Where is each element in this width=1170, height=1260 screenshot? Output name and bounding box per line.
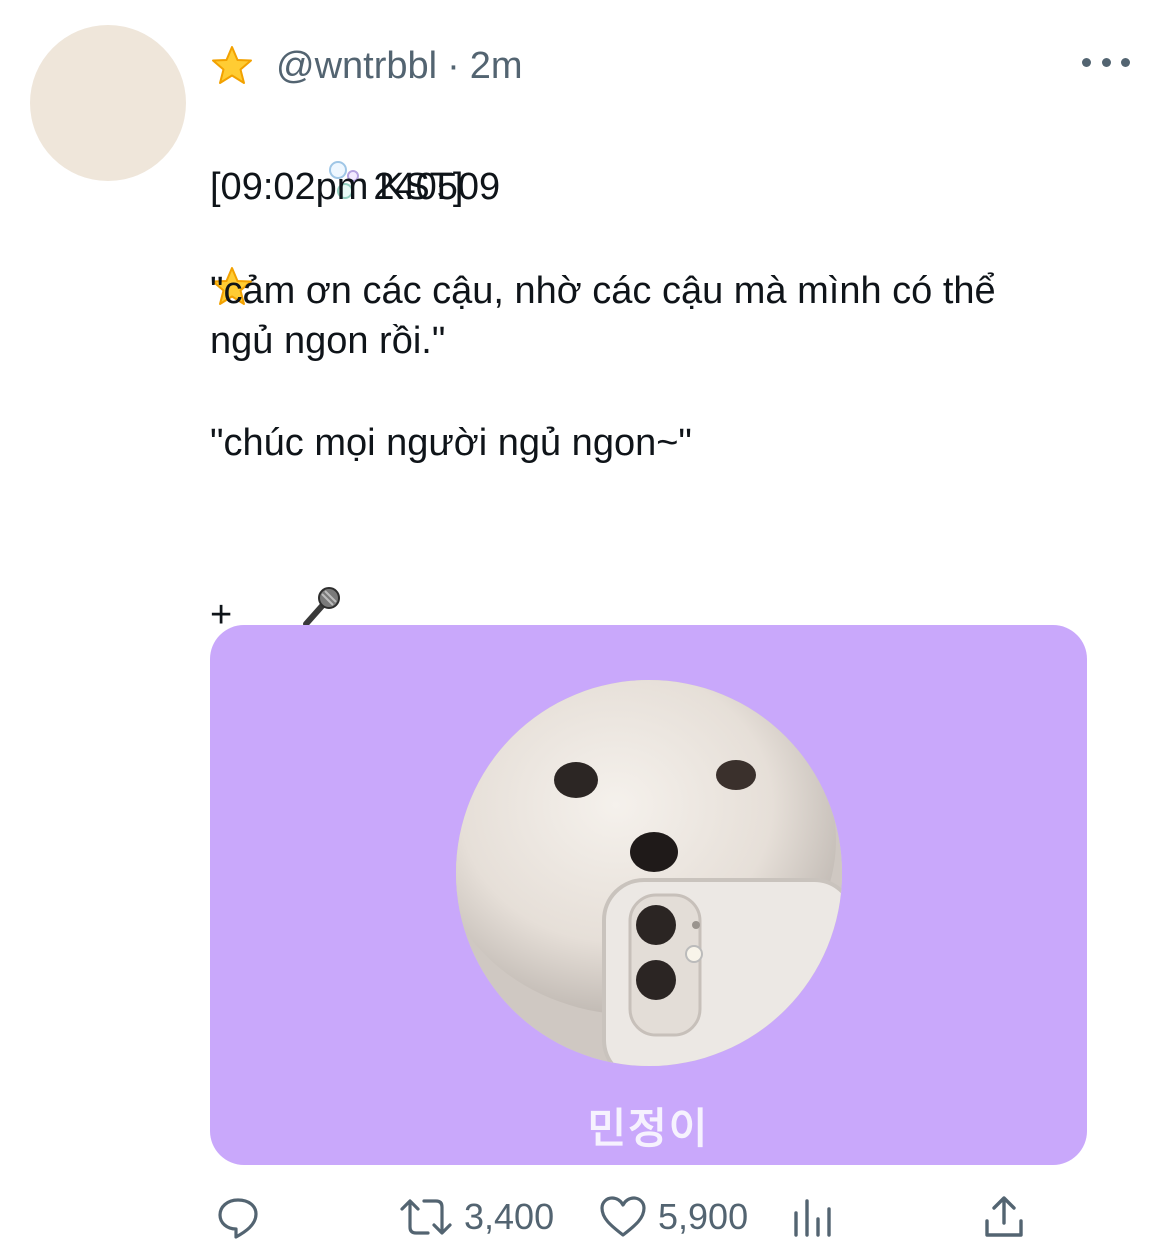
views-button[interactable] bbox=[790, 1187, 836, 1247]
like-count: 5,900 bbox=[658, 1196, 749, 1237]
reply-icon bbox=[214, 1193, 262, 1241]
tweet-actions-bar: 3,400 5,900 bbox=[210, 1187, 1040, 1247]
more-dot-icon bbox=[1121, 57, 1130, 67]
dog-photo bbox=[456, 680, 842, 1066]
media-image[interactable]: 민정이 bbox=[210, 625, 1087, 1165]
tweet-header: @wntrbbl · 2m bbox=[210, 40, 523, 92]
star-emoji-icon bbox=[210, 44, 254, 88]
more-dot-icon bbox=[1082, 57, 1091, 67]
more-options-button[interactable] bbox=[1082, 44, 1130, 80]
author-handle[interactable]: @wntrbbl bbox=[276, 45, 437, 88]
share-button[interactable] bbox=[982, 1187, 1026, 1247]
retweet-icon bbox=[398, 1193, 454, 1241]
share-icon bbox=[982, 1193, 1026, 1241]
more-dot-icon bbox=[1101, 57, 1111, 67]
retweet-button[interactable]: 3,400 bbox=[398, 1187, 554, 1247]
reply-button[interactable] bbox=[214, 1187, 262, 1247]
avatar[interactable] bbox=[30, 25, 186, 181]
header-separator: · bbox=[447, 44, 460, 87]
tweet-time: [09:02pm KST] bbox=[210, 166, 464, 208]
like-button[interactable]: 5,900 bbox=[598, 1187, 748, 1247]
media-caption: 민정이 bbox=[587, 1104, 710, 1153]
retweet-count: 3,400 bbox=[464, 1196, 555, 1237]
tweet-card[interactable]: @wntrbbl · 2m 240509 [09:02pm KST] "cảm … bbox=[0, 0, 1170, 1260]
tweet-quote-1: "cảm ơn các cậu, nhờ các cậu mà mình có … bbox=[210, 270, 996, 362]
analytics-icon bbox=[790, 1193, 836, 1241]
tweet-timestamp[interactable]: 2m bbox=[470, 45, 523, 88]
heart-icon bbox=[598, 1193, 648, 1241]
tweet-quote-2: "chúc mọi người ngủ ngon~" bbox=[210, 422, 692, 464]
